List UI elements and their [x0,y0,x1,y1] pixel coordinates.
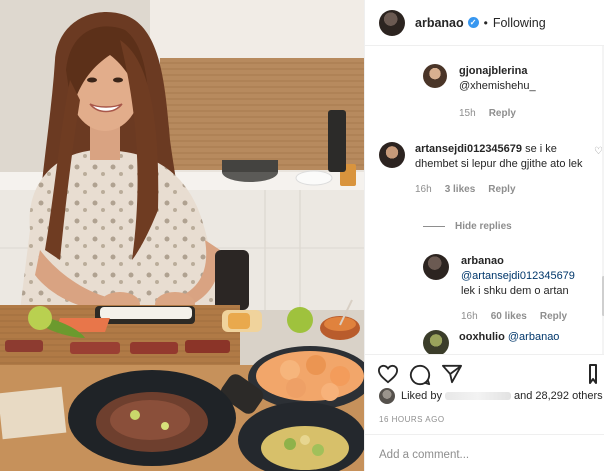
comment-time[interactable]: 16h [461,311,478,322]
post-photo[interactable] [0,0,364,471]
likes-count[interactable]: and 28,292 others [514,390,603,402]
comment-time[interactable]: 16h [415,184,432,195]
verified-badge-icon: ✓ [467,17,479,28]
add-comment-field[interactable]: Add a comment... [365,434,604,471]
comment: artansejdi012345679 se i ke dhembet si l… [379,142,603,195]
comments-list[interactable]: gjonajblerina @xhemishehu_ ⁣ ⁣ ⁣ 15h Rep… [365,46,604,354]
post-header: arbanao ✓ • Following [365,0,604,46]
comment-likes[interactable]: 60 likes [491,311,527,322]
comment-mention[interactable]: @artansejdi012345679 [461,269,575,284]
comment-username[interactable]: arbanao [461,255,504,267]
author-avatar[interactable] [379,9,405,36]
reply-button[interactable]: Reply [489,108,516,119]
comment-text: lek i shku dem o artan [461,285,569,297]
bookmark-icon[interactable] [589,364,597,384]
comment-time[interactable]: 15h [459,108,476,119]
post-image [0,0,364,471]
commenter-avatar[interactable] [379,142,405,168]
comment-reply: gjonajblerina @xhemishehu_ ⁣ ⁣ ⁣ 15h Rep… [423,64,593,119]
post-timestamp[interactable]: 16 HOURS AGO [379,415,445,424]
reply-button[interactable]: Reply [488,184,515,195]
hide-replies-line [423,226,445,227]
comment-username[interactable]: gjonajblerina [459,65,527,77]
post-actions [365,354,604,388]
instagram-post: arbanao ✓ • Following gjonajblerina @xhe… [0,0,604,471]
following-button[interactable]: Following [493,16,546,30]
comment-icon[interactable] [409,364,431,386]
comment-username[interactable]: artansejdi012345679 [415,143,522,155]
author-username[interactable]: arbanao [415,16,464,30]
reply-button[interactable]: Reply [540,311,567,322]
comment-reply: ooxhulio @arbanao [423,330,593,354]
commenter-avatar[interactable] [423,64,447,88]
comment-reply: arbanao @artansejdi012345679 lek i shku … [423,254,593,322]
hide-replies-button[interactable]: Hide replies [423,221,512,232]
comment-username[interactable]: ooxhulio [459,331,505,343]
comment-mention[interactable]: @arbanao [508,331,560,343]
commenter-avatar[interactable] [423,254,449,280]
likes-prefix: Liked by [401,390,442,402]
commenter-avatar[interactable] [423,330,449,354]
hide-replies-label[interactable]: Hide replies [455,221,512,232]
share-icon[interactable] [441,364,463,384]
heart-icon[interactable] [377,364,399,384]
likes-summary: Liked by and 28,292 others [379,388,603,404]
post-side-panel: arbanao ✓ • Following gjonajblerina @xhe… [364,0,604,471]
header-separator: • [483,15,488,30]
liker-avatar[interactable] [379,388,395,404]
comment-likes[interactable]: 3 likes [445,184,476,195]
comment-text: @xhemishehu_ ⁣ ⁣ ⁣ [459,80,545,92]
blurred-liker-name [444,392,511,400]
